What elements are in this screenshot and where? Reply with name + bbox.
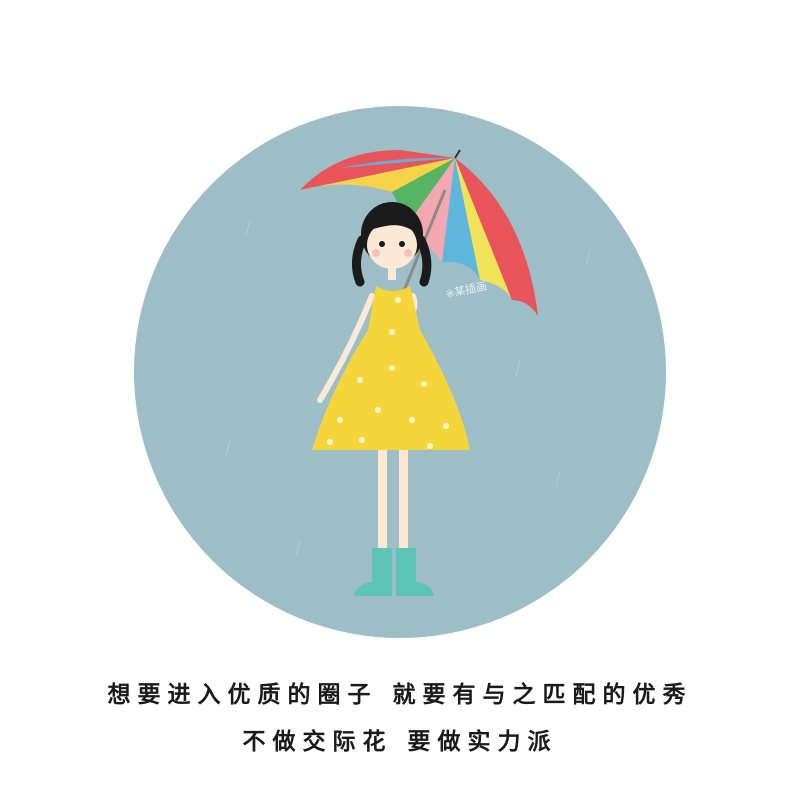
caption-line-2: 不做交际花 要做实力派 (242, 729, 558, 755)
illustration: ※某插画 (134, 106, 666, 638)
caption-line-1: 想要进入优质的圈子 就要有与之匹配的优秀 (107, 682, 693, 708)
